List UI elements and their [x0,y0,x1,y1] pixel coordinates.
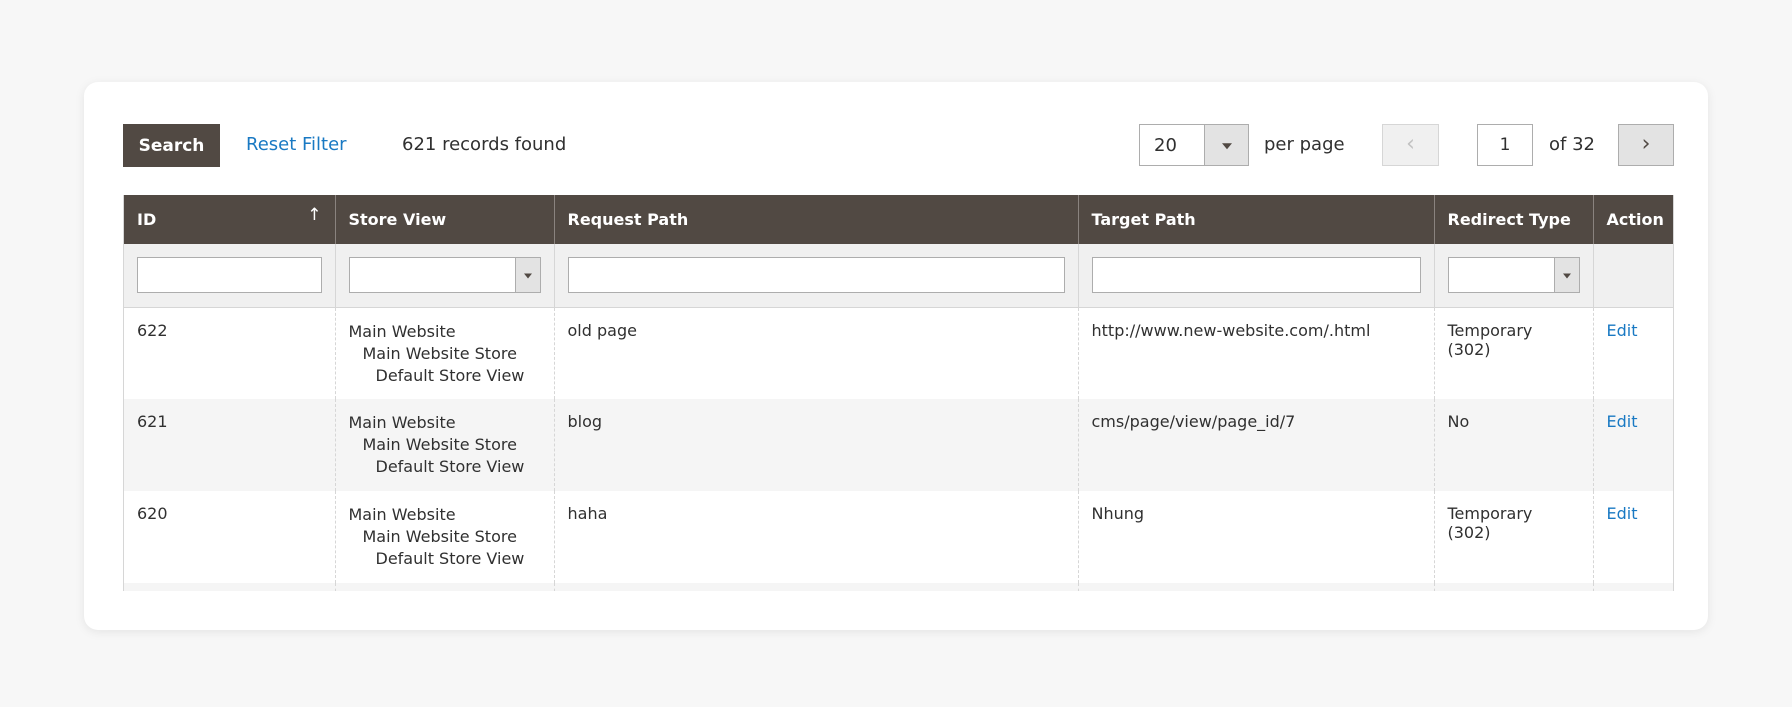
id-filter-input[interactable] [137,257,322,294]
cell-request-path: haha [553,491,1078,583]
column-header-action: Action [1592,195,1673,244]
cell-action: Edit [1592,491,1673,583]
column-header-request-path[interactable]: Request Path [553,195,1078,244]
filter-row [124,244,1673,308]
search-button[interactable]: Search [123,124,220,167]
column-header-redirect-type[interactable]: Redirect Type [1433,195,1593,244]
cell-target-path: cms/page/view/page_id/7 [1077,399,1434,491]
cell-id: 620 [137,504,168,523]
per-page-label: per page [1264,134,1345,155]
edit-link[interactable]: Edit [1607,321,1638,340]
records-count: 621 records found [402,134,567,155]
action-filter-cell [1592,244,1673,308]
redirect-type-filter-select[interactable] [1447,257,1580,294]
grid-toolbar: Search Reset Filter 621 records found 20… [123,124,1674,167]
previous-page-button[interactable]: ‹ [1382,124,1439,166]
cell-request-path: old page [553,307,1078,399]
column-header-target-path[interactable]: Target Path [1077,195,1434,244]
table-row[interactable]: 622 Main Website Main Website Store Defa… [124,307,1673,399]
column-header-store-view[interactable]: Store View [334,195,554,244]
cell-target-path: http://www.new-website.com/.html [1077,307,1434,399]
table-row[interactable]: 621 Main Website Main Website Store Defa… [124,399,1673,491]
total-pages-label: of 32 [1549,134,1595,155]
cell-redirect-type: Temporary (302) [1433,307,1593,399]
next-page-button[interactable]: › [1618,124,1674,166]
cell-request-path: blog [553,399,1078,491]
edit-link[interactable]: Edit [1607,412,1638,431]
chevron-down-icon[interactable] [514,258,540,293]
chevron-right-icon: › [1641,131,1651,157]
column-header-id[interactable]: ID ↑ [124,195,335,244]
cell-action: Edit [1592,307,1673,399]
page-number-input[interactable] [1477,124,1533,166]
sort-ascending-icon: ↑ [307,205,322,225]
cell-store-view: Main Website Main Website Store Default … [334,491,554,583]
chevron-down-icon[interactable] [1553,258,1579,293]
chevron-down-icon[interactable] [1204,125,1248,165]
table-row[interactable]: 620 Main Website Main Website Store Defa… [124,491,1673,583]
data-grid: ID ↑ Store View Request Path Target Path… [123,195,1674,591]
cell-id: 622 [137,320,168,340]
cell-store-view: Main Website Main Website Store Default … [334,307,554,399]
cell-target-path: Nhung [1077,491,1434,583]
target-path-filter-input[interactable] [1091,257,1421,294]
cell-action: Edit [1592,399,1673,491]
per-page-select[interactable]: 20 [1139,124,1249,166]
per-page-value: 20 [1154,135,1177,156]
store-view-filter-select[interactable] [348,257,541,294]
edit-link[interactable]: Edit [1607,504,1638,523]
reset-filter-link[interactable]: Reset Filter [246,134,347,155]
url-rewrite-grid-panel: Search Reset Filter 621 records found 20… [84,82,1708,630]
grid-header-row: ID ↑ Store View Request Path Target Path… [124,195,1673,244]
cell-store-view: Main Website Main Website Store Default … [334,399,554,491]
chevron-left-icon: ‹ [1406,131,1415,157]
table-row-partial [124,583,1673,591]
cell-redirect-type: Temporary (302) [1433,491,1593,583]
cell-id: 621 [124,399,335,491]
cell-redirect-type: No [1433,399,1593,491]
request-path-filter-input[interactable] [567,257,1065,294]
